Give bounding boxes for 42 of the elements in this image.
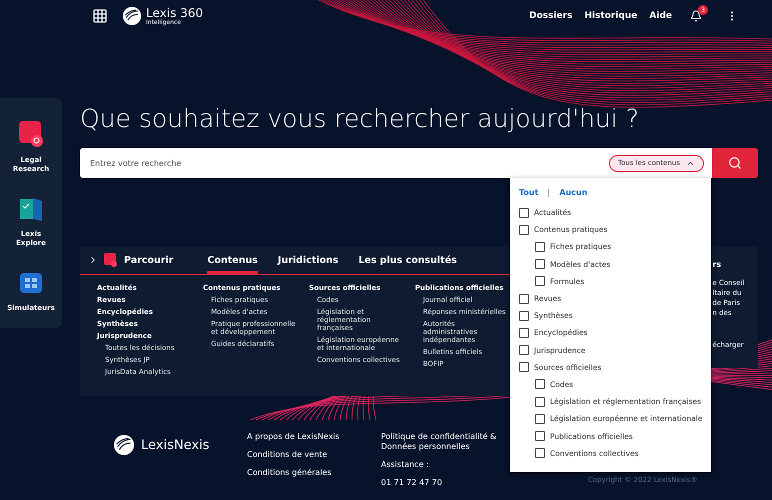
search-icon bbox=[728, 156, 742, 170]
footer-link[interactable]: Conditions de vente bbox=[247, 450, 381, 460]
checkbox[interactable] bbox=[535, 379, 545, 390]
checkbox[interactable] bbox=[535, 276, 545, 286]
footer-link[interactable]: Politique de confidentialité & Données personnelles bbox=[381, 432, 509, 452]
checkbox[interactable] bbox=[519, 224, 529, 235]
browse-tab[interactable]: Contenus bbox=[207, 246, 258, 274]
checkbox[interactable] bbox=[519, 310, 529, 321]
phone-number: 01 71 72 47 70 bbox=[381, 478, 444, 488]
select-all-link[interactable]: Tout bbox=[519, 188, 538, 197]
checkbox[interactable] bbox=[535, 396, 545, 407]
checkbox[interactable] bbox=[519, 294, 529, 304]
footer-link[interactable]: Conditions générales bbox=[247, 468, 381, 478]
select-none-link[interactable]: Aucun bbox=[559, 188, 588, 197]
book-icon bbox=[18, 196, 44, 222]
checkbox[interactable] bbox=[519, 208, 529, 218]
browse-tab[interactable]: Les plus consultés bbox=[358, 246, 457, 274]
footer-brand: LexisNexis bbox=[141, 438, 210, 452]
browse-title: Parcourir bbox=[124, 254, 174, 266]
nav-link[interactable]: Dossiers bbox=[529, 11, 572, 21]
checkbox[interactable] bbox=[535, 431, 545, 442]
notification-icon[interactable] bbox=[690, 10, 702, 22]
lexisnexis-logo-icon bbox=[113, 434, 135, 456]
brand-logo-icon bbox=[122, 6, 142, 26]
checkbox[interactable] bbox=[535, 414, 545, 424]
search-button[interactable] bbox=[712, 148, 758, 178]
card-title: rs bbox=[712, 260, 722, 269]
checkbox[interactable] bbox=[535, 448, 545, 458]
app-grid-icon[interactable] bbox=[92, 8, 108, 24]
brand-name: Lexis 360 bbox=[146, 6, 204, 18]
nav-link[interactable]: Historique bbox=[584, 11, 638, 21]
checkbox[interactable] bbox=[519, 362, 529, 372]
calculator-icon bbox=[18, 270, 44, 296]
browse-tab[interactable]: Juridictions bbox=[278, 246, 338, 274]
footer-link[interactable]: A propos de LexisNexis bbox=[247, 432, 381, 442]
checkbox[interactable] bbox=[519, 345, 529, 356]
checkbox[interactable] bbox=[535, 259, 545, 270]
nav-link[interactable]: Aide bbox=[649, 11, 672, 21]
assistance-label: Assistance : bbox=[381, 460, 430, 470]
checkbox[interactable] bbox=[535, 242, 545, 252]
checkbox[interactable] bbox=[519, 328, 529, 338]
page-heading: Que souhaitez vous rechercher aujourd'hui ? bbox=[80, 103, 640, 135]
